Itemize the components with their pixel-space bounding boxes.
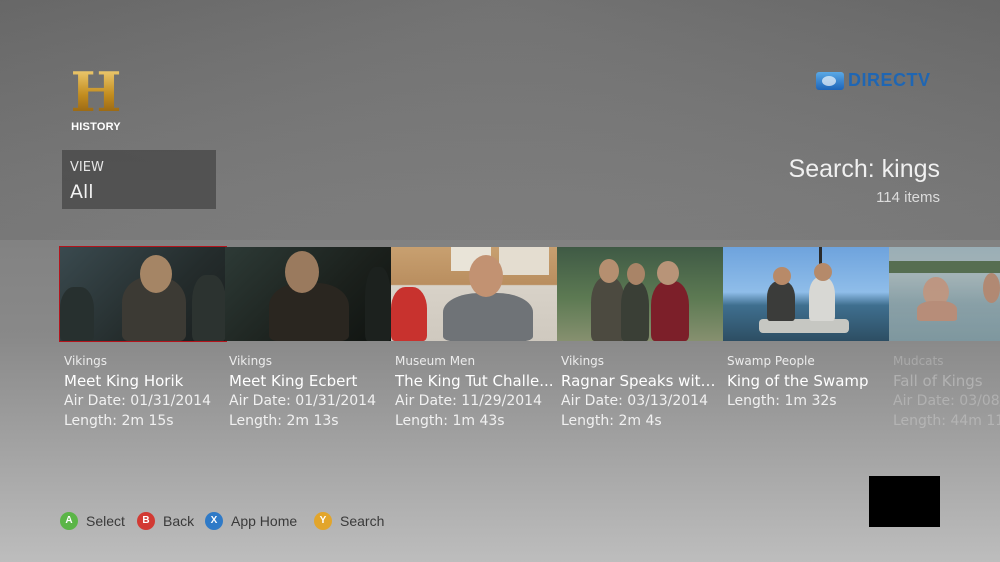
result-title: King of the Swamp [727,372,869,390]
b-button-icon: B [137,512,155,530]
hint-label: App Home [231,513,298,529]
hint-label: Search [340,513,385,529]
result-tile-meet-king-horik[interactable]: Vikings Meet King Horik Air Date: 01/31/… [59,246,227,437]
result-length: Length: 1m 43s [395,413,505,429]
video-thumbnail [391,247,557,341]
a-button-icon: A [60,512,78,530]
directv-wordmark: DIRECTV [848,70,931,90]
result-meta: Vikings Meet King Ecbert Air Date: 01/31… [229,351,391,431]
x-button-icon: X [205,512,223,530]
result-tile-king-tut-challenge[interactable]: Museum Men The King Tut Challe... Air Da… [391,247,557,437]
result-tile-fall-of-kings[interactable]: Mudcats Fall of Kings Air Date: 03/08/2 … [889,247,1000,437]
video-thumbnail [225,247,391,341]
result-meta: Museum Men The King Tut Challe... Air Da… [395,351,557,431]
redacted-box [869,476,940,527]
history-logo-mark: H [70,60,122,124]
result-tile-ragnar-speaks[interactable]: Vikings Ragnar Speaks with K... Air Date… [557,247,723,437]
result-title: The King Tut Challe... [395,372,554,390]
view-filter-button[interactable]: VIEW All [62,150,216,209]
result-series: Vikings [561,354,605,368]
result-meta: Vikings Ragnar Speaks with K... Air Date… [561,351,723,431]
result-meta: Swamp People King of the Swamp Length: 1… [727,351,889,411]
directv-icon [816,72,844,90]
result-length: Length: 1m 32s [727,393,837,409]
result-length: Length: 44m 11s [893,413,1000,429]
result-title: Meet King Ecbert [229,372,358,390]
hint-label: Select [86,513,125,529]
result-air-date: Air Date: 11/29/2014 [395,393,542,409]
result-tile-king-of-the-swamp[interactable]: Swamp People King of the Swamp Length: 1… [723,247,889,437]
view-filter-label: VIEW [70,160,104,175]
result-series: Museum Men [395,354,476,368]
result-length: Length: 2m 13s [229,413,339,429]
video-thumbnail [889,247,1000,341]
history-wordmark: HISTORY [71,121,121,133]
history-logo: H HISTORY [64,60,128,138]
result-meta: Mudcats Fall of Kings Air Date: 03/08/2 … [893,351,1000,431]
search-result-count: 114 items [876,189,940,206]
result-series: Mudcats [893,354,944,368]
hint-label: Back [163,513,195,529]
view-filter-value: All [70,181,94,203]
result-title: Ragnar Speaks with K... [561,372,723,390]
result-title: Fall of Kings [893,372,983,390]
video-thumbnail [723,247,889,341]
result-tile-meet-king-ecbert[interactable]: Vikings Meet King Ecbert Air Date: 01/31… [225,247,391,437]
search-title: Search: kings [788,155,940,183]
result-air-date: Air Date: 03/08/2 [893,393,1000,409]
result-meta: Vikings Meet King Horik Air Date: 01/31/… [64,351,226,431]
result-length: Length: 2m 15s [64,413,174,429]
result-air-date: Air Date: 03/13/2014 [561,393,708,409]
result-title: Meet King Horik [64,372,184,390]
result-air-date: Air Date: 01/31/2014 [64,393,211,409]
video-thumbnail [557,247,723,341]
result-series: Swamp People [727,354,815,368]
video-thumbnail [59,246,227,342]
result-series: Vikings [64,354,108,368]
result-air-date: Air Date: 01/31/2014 [229,393,376,409]
result-length: Length: 2m 4s [561,413,662,429]
y-button-icon: Y [314,512,332,530]
result-series: Vikings [229,354,273,368]
